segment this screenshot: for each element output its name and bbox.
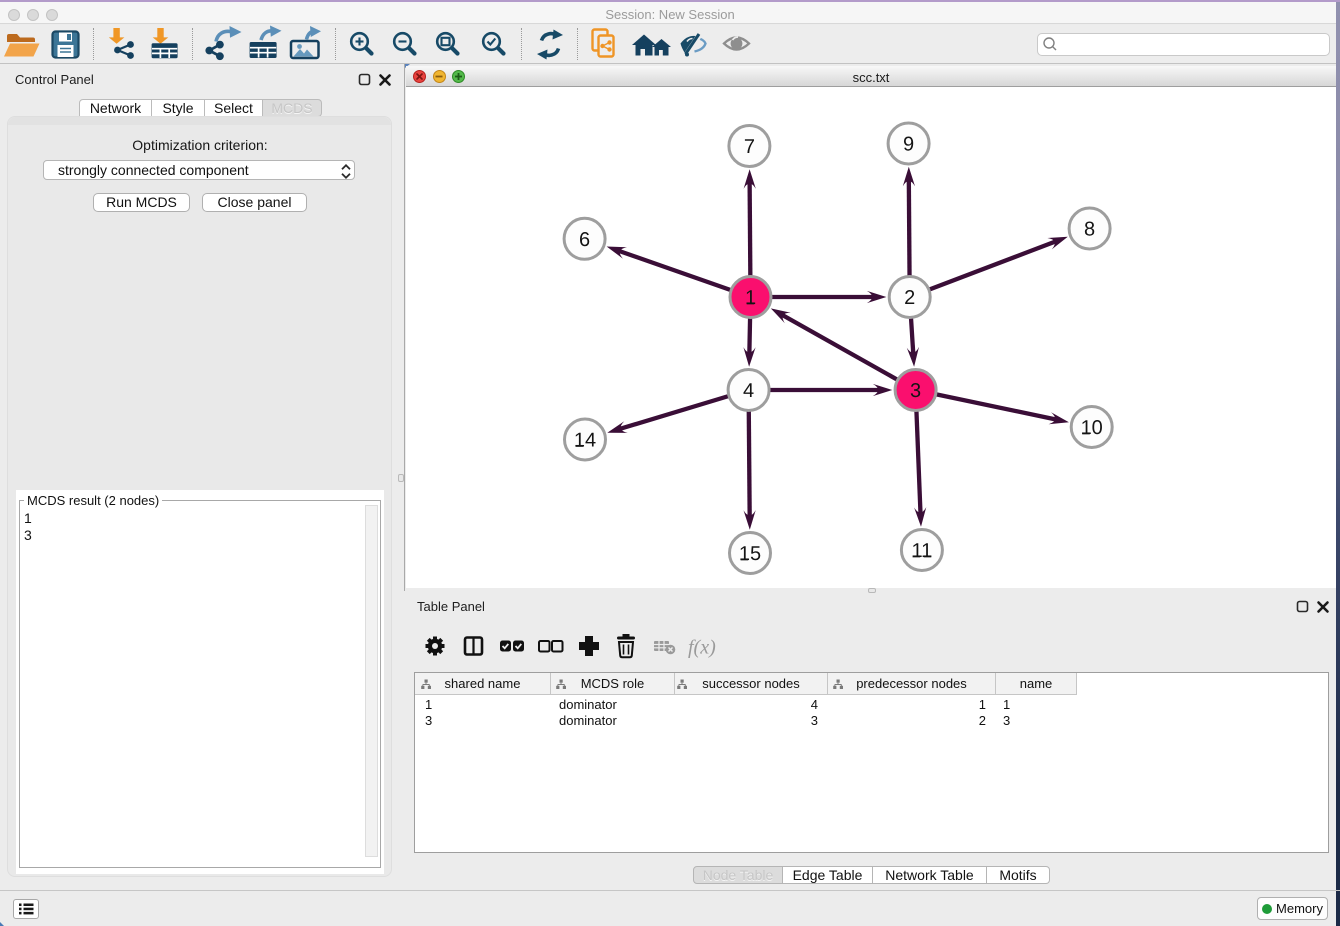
svg-text:f(x): f(x) [688, 637, 716, 659]
svg-text:6: 6 [579, 229, 590, 251]
svg-text:9: 9 [903, 134, 914, 156]
svg-text:7: 7 [744, 136, 755, 158]
svg-text:1: 1 [745, 287, 756, 309]
svg-text:8: 8 [1084, 219, 1095, 241]
svg-text:14: 14 [574, 430, 596, 452]
svg-text:10: 10 [1081, 417, 1103, 439]
svg-text:15: 15 [739, 543, 761, 565]
svg-text:4: 4 [743, 380, 754, 402]
svg-text:3: 3 [910, 380, 921, 402]
svg-text:11: 11 [912, 540, 933, 562]
svg-text:2: 2 [904, 287, 915, 309]
